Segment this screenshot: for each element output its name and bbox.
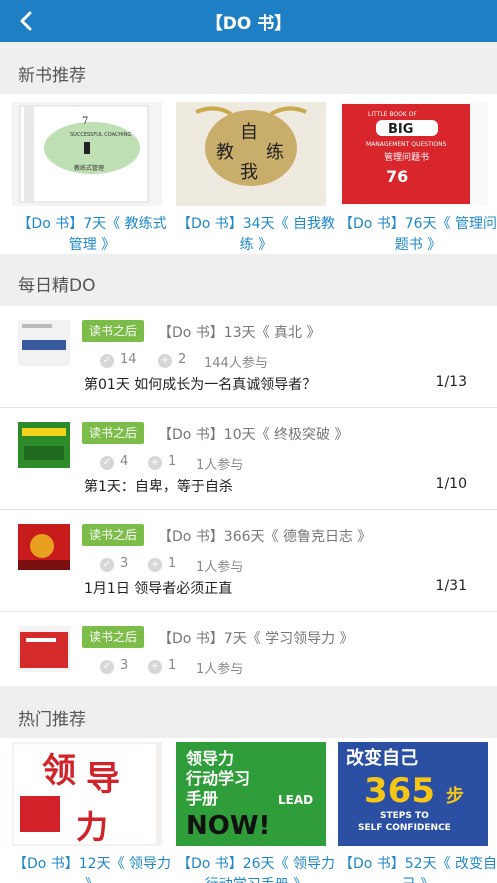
participant-count: 1人参与: [196, 458, 244, 473]
list-item[interactable]: 读书之后 【Do 书】366天《 德鲁克日志 》 ✓ 3 + 1 1人参与 1月…: [0, 510, 497, 612]
book-cover[interactable]: LITTLE BOOK OF BIG MANAGEMENT QUESTIONS …: [338, 102, 488, 206]
check-icon: ✓: [100, 456, 114, 470]
check-icon: ✓: [100, 660, 114, 674]
tag-badge: 读书之后: [82, 422, 144, 444]
book-caption[interactable]: 【Do 书】52天《 改变自己 》: [338, 854, 497, 883]
section-header-hot: 热门推荐: [0, 694, 497, 736]
check-count: 4: [120, 454, 129, 469]
book-caption[interactable]: 【Do 书】12天《 领导力 》: [12, 854, 172, 883]
check-count: 14: [120, 352, 137, 367]
svg-text:自: 自: [240, 122, 258, 143]
svg-text:SELF CONFIDENCE: SELF CONFIDENCE: [358, 823, 451, 833]
svg-text:行动学习: 行动学习: [185, 769, 250, 788]
section-header-daily: 每日精DO: [0, 260, 497, 302]
svg-text:练: 练: [266, 142, 284, 163]
book-caption[interactable]: 【Do 书】76天《 管理问题书 》: [338, 214, 497, 256]
book-thumbnail: [18, 422, 70, 468]
svg-text:力: 力: [76, 808, 108, 846]
add-count: 1: [168, 658, 177, 673]
svg-text:365: 365: [364, 771, 435, 811]
svg-text:领导力: 领导力: [186, 749, 234, 768]
svg-text:教: 教: [216, 142, 234, 163]
participant-count: 1人参与: [196, 560, 244, 575]
add-count: 1: [168, 556, 177, 571]
section-title: 热门推荐: [18, 710, 86, 730]
svg-text:SUCCESSFUL COACHING: SUCCESSFUL COACHING: [70, 132, 131, 138]
tag-badge: 读书之后: [82, 320, 144, 342]
book-cover[interactable]: 改变自己 365 步 STEPS TO SELF CONFIDENCE: [338, 742, 488, 846]
book-thumbnail: [18, 524, 70, 570]
item-subtitle: 第01天 如何成长为一名真诚领导者？: [84, 377, 317, 393]
daily-list: 读书之后 【Do 书】13天《 真北 》 ✓ 14 + 2 144人参与 第01…: [0, 306, 497, 686]
participant-count: 144人参与: [204, 356, 268, 371]
progress-text: 1/10: [435, 476, 467, 492]
list-item[interactable]: 读书之后 【Do 书】7天《 学习领导力 》 ✓ 3 + 1 1人参与: [0, 612, 497, 686]
section-title: 新书推荐: [18, 66, 86, 86]
plus-icon: +: [148, 660, 162, 674]
svg-text:改变自己: 改变自己: [346, 747, 418, 769]
plus-icon: +: [148, 456, 162, 470]
svg-text:7: 7: [82, 116, 88, 127]
page-title: 【DO 书】: [205, 14, 292, 34]
book-thumbnail: [18, 320, 70, 366]
list-item[interactable]: 读书之后 【Do 书】13天《 真北 》 ✓ 14 + 2 144人参与 第01…: [0, 306, 497, 408]
svg-text:步: 步: [446, 785, 464, 807]
section-title: 每日精DO: [18, 276, 96, 296]
check-icon: ✓: [100, 558, 114, 572]
participant-count: 1人参与: [196, 662, 244, 677]
tag-badge: 读书之后: [82, 524, 144, 546]
plus-icon: +: [158, 354, 172, 368]
item-title[interactable]: 【Do 书】366天《 德鲁克日志 》: [158, 526, 371, 546]
add-count: 1: [168, 454, 177, 469]
item-title[interactable]: 【Do 书】13天《 真北 》: [158, 322, 321, 342]
svg-text:MANAGEMENT QUESTIONS: MANAGEMENT QUESTIONS: [366, 141, 447, 148]
add-count: 2: [178, 352, 187, 367]
item-subtitle: 第1天：自卑，等于自杀: [84, 479, 233, 495]
check-count: 3: [120, 658, 129, 673]
svg-text:76: 76: [386, 167, 408, 186]
hot-books-panel: 领 导 力 【Do 书】12天《 领导力 》 领导力 行动学习 手册 LEAD …: [0, 738, 497, 883]
book-caption[interactable]: 【Do 书】26天《 领导力行动学习手册 》: [176, 854, 336, 883]
list-item[interactable]: 读书之后 【Do 书】10天《 终极突破 》 ✓ 4 + 1 1人参与 第1天：…: [0, 408, 497, 510]
item-title[interactable]: 【Do 书】10天《 终极突破 》: [158, 424, 349, 444]
check-icon: ✓: [100, 354, 114, 368]
svg-text:我: 我: [240, 162, 258, 183]
svg-text:导: 导: [86, 759, 120, 799]
book-caption[interactable]: 【Do 书】7天《 教练式管理 》: [12, 214, 172, 256]
plus-icon: +: [148, 558, 162, 572]
book-cover[interactable]: 领 导 力: [12, 742, 162, 846]
tag-badge: 读书之后: [82, 626, 144, 648]
item-title[interactable]: 【Do 书】7天《 学习领导力 》: [158, 628, 354, 648]
book-cover[interactable]: 自 教 我 练: [176, 102, 326, 206]
svg-text:管理问题书: 管理问题书: [384, 151, 429, 163]
svg-text:STEPS TO: STEPS TO: [380, 811, 429, 821]
svg-text:BIG: BIG: [388, 122, 413, 137]
svg-text:NOW!: NOW!: [186, 811, 270, 841]
book-cover[interactable]: 7 SUCCESSFUL COACHING 教练式管理: [12, 102, 162, 206]
new-books-panel: 7 SUCCESSFUL COACHING 教练式管理 【Do 书】7天《 教练…: [0, 94, 497, 254]
progress-text: 1/13: [435, 374, 467, 390]
top-bar: 【DO 书】: [0, 0, 497, 42]
svg-text:LITTLE BOOK OF: LITTLE BOOK OF: [368, 111, 417, 118]
progress-text: 1/31: [435, 578, 467, 594]
svg-text:领: 领: [42, 751, 76, 791]
section-header-new-books: 新书推荐: [0, 50, 497, 92]
svg-text:手册: 手册: [186, 789, 218, 808]
book-caption[interactable]: 【Do 书】34天《 自我教练 》: [176, 214, 336, 256]
svg-text:LEAD: LEAD: [278, 793, 313, 807]
svg-text:教练式管理: 教练式管理: [74, 164, 104, 172]
check-count: 3: [120, 556, 129, 571]
book-cover[interactable]: 领导力 行动学习 手册 LEAD NOW!: [176, 742, 326, 846]
book-thumbnail: [18, 626, 70, 672]
item-subtitle: 1月1日 领导者必须正直: [84, 581, 233, 597]
